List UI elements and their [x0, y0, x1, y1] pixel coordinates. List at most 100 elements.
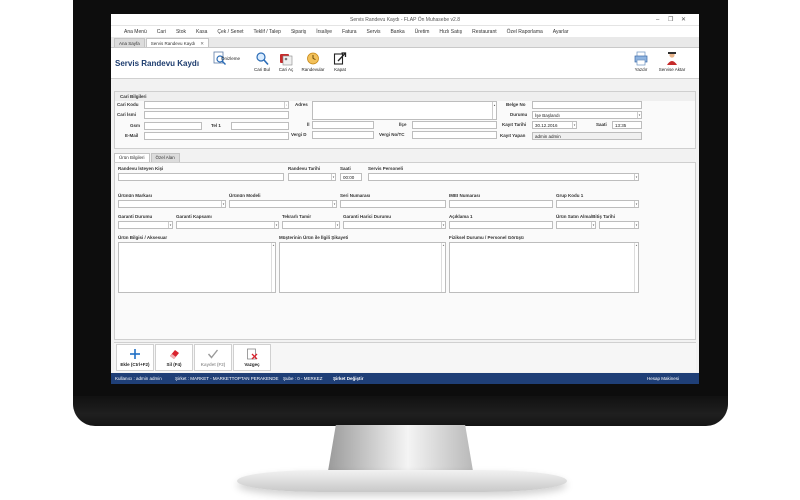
- cari-kodu-input[interactable]: ▫: [144, 101, 289, 109]
- cari-ac-button[interactable]: Cari Aç: [274, 51, 298, 72]
- chevron-down-icon[interactable]: ▾: [634, 174, 638, 180]
- kaydet-button[interactable]: Kaydet (F2): [194, 344, 232, 371]
- grup-kodu-label: Grup Kodu 1: [556, 193, 584, 198]
- chevron-down-icon[interactable]: ▾: [441, 222, 445, 228]
- vergi-no-input[interactable]: [412, 131, 497, 139]
- scroll-icon[interactable]: ▴: [492, 102, 496, 119]
- belge-no-input[interactable]: [532, 101, 642, 109]
- fiziksel-textarea[interactable]: ▴: [449, 242, 639, 293]
- menu-cek-senet[interactable]: Çek / Senet: [212, 29, 248, 35]
- urun-markasi-select[interactable]: ▾: [118, 200, 226, 208]
- sikayet-textarea[interactable]: ▴: [279, 242, 446, 293]
- imei-input[interactable]: [449, 200, 553, 208]
- randevu-tarihi-input[interactable]: ▾: [288, 173, 336, 181]
- menu-restaurant[interactable]: Restaurant: [467, 29, 501, 35]
- urun-modeli-select[interactable]: ▾: [229, 200, 337, 208]
- kapat-label: Kapat: [334, 67, 346, 72]
- tab-urun-bilgileri[interactable]: Ürün Bilgileri: [114, 153, 150, 162]
- menu-cari[interactable]: Cari: [152, 29, 171, 35]
- ekle-button[interactable]: Ekle (Ctrl+F2): [116, 344, 154, 371]
- lookup-icon[interactable]: ▫: [284, 102, 288, 108]
- menu-ozel-raporlama[interactable]: Özel Raporlama: [502, 29, 548, 35]
- cari-bul-button[interactable]: Cari Bul: [250, 51, 274, 72]
- servis-personeli-select[interactable]: ▾: [368, 173, 639, 181]
- garanti-kapsami-select[interactable]: ▾: [176, 221, 279, 229]
- aciklama-input[interactable]: [449, 221, 553, 229]
- menu-hizli-satis[interactable]: Hızlı Satış: [434, 29, 467, 35]
- garanti-durumu-select[interactable]: ▾: [118, 221, 173, 229]
- scrollbar[interactable]: ▴: [441, 243, 445, 292]
- saati-input[interactable]: 13:35: [612, 121, 642, 129]
- il-input[interactable]: [312, 121, 374, 129]
- menu-teklif-talep[interactable]: Teklif / Talep: [249, 29, 286, 35]
- adres-input[interactable]: ▴: [312, 101, 497, 120]
- calculator-button[interactable]: Hesap Makinesi: [647, 376, 679, 381]
- randevu-isteyen-input[interactable]: [118, 173, 284, 181]
- restore-button[interactable]: ❐: [668, 16, 673, 24]
- chevron-down-icon[interactable]: ▾: [634, 201, 638, 207]
- menu-irsaliye[interactable]: İrsaliye: [311, 29, 337, 35]
- change-company-link[interactable]: Şirket Değiştir: [333, 376, 364, 381]
- menu-stok[interactable]: Stok: [171, 29, 191, 35]
- close-button[interactable]: ✕: [681, 16, 686, 24]
- plus-icon: [130, 349, 140, 359]
- calendar-icon[interactable]: ▾: [572, 122, 576, 128]
- tab-ana-sayfa[interactable]: Ana Sayfa: [114, 38, 145, 47]
- menu-ana-menu[interactable]: Ana Menü: [119, 29, 152, 35]
- minimize-button[interactable]: –: [656, 16, 659, 24]
- garanti-harici-select[interactable]: ▾: [343, 221, 446, 229]
- scrollbar[interactable]: ▴: [634, 243, 638, 292]
- page-title: Servis Randevu Kaydı: [115, 59, 200, 68]
- sil-button[interactable]: Sil (F4): [155, 344, 193, 371]
- menu-servis[interactable]: Servis: [362, 29, 386, 35]
- servise-aktar-label: Servise Aktar: [658, 67, 686, 72]
- cari-ismi-input[interactable]: [144, 111, 289, 119]
- satin-alma-input[interactable]: ▾: [556, 221, 596, 229]
- randevu-tarihi-label: Randevu Tarihi: [288, 166, 321, 171]
- chevron-down-icon[interactable]: ▾: [332, 201, 336, 207]
- action-bar: Ekle (Ctrl+F2) Sil (F4) Kaydet (F2) Vazg…: [114, 342, 696, 372]
- calendar-icon[interactable]: ▾: [591, 222, 595, 228]
- chevron-down-icon[interactable]: ▾: [335, 222, 339, 228]
- scrollbar[interactable]: ▴: [271, 243, 275, 292]
- vergi-d-input[interactable]: [312, 131, 374, 139]
- email-input[interactable]: [144, 132, 289, 140]
- grup-kodu-select[interactable]: ▾: [556, 200, 639, 208]
- menu-kasa[interactable]: Kasa: [191, 29, 212, 35]
- servise-aktar-button[interactable]: Servise Aktar: [653, 51, 691, 72]
- chevron-down-icon[interactable]: ▾: [168, 222, 172, 228]
- yazdir-button[interactable]: Yazdır: [629, 51, 653, 72]
- menu-fatura[interactable]: Fatura: [337, 29, 361, 35]
- menu-ayarlar[interactable]: Ayarlar: [548, 29, 574, 35]
- tab-label: Servis Randevu Kaydı: [150, 41, 196, 46]
- chevron-down-icon[interactable]: ▾: [221, 201, 225, 207]
- gsm-input[interactable]: [144, 122, 202, 130]
- calendar-icon[interactable]: ▾: [331, 174, 335, 180]
- randevular-button[interactable]: Randevular: [298, 51, 328, 72]
- tab-servis-randevu[interactable]: Servis Randevu Kaydı ✕: [145, 38, 210, 47]
- vergi-no-label: Vergi No/TC: [379, 132, 405, 137]
- tab-close-icon[interactable]: ✕: [200, 41, 204, 46]
- menu-uretim[interactable]: Üretim: [410, 29, 435, 35]
- aksesuar-textarea[interactable]: ▴: [118, 242, 276, 293]
- search-icon: [256, 52, 269, 66]
- urun-markasi-label: Ürünün Markası: [118, 193, 153, 198]
- durumu-select[interactable]: İşe Başlandı ▾: [532, 111, 642, 119]
- kapat-button[interactable]: Kapat: [328, 51, 352, 72]
- tab-ozel-alan[interactable]: Özel Alan: [150, 153, 180, 162]
- menu-siparis[interactable]: Sipariş: [286, 29, 311, 35]
- menu-banka[interactable]: Banka: [385, 29, 409, 35]
- ilce-input[interactable]: [412, 121, 497, 129]
- tekrarli-tamir-select[interactable]: ▾: [282, 221, 340, 229]
- tel1-input[interactable]: [231, 122, 289, 130]
- belge-no-label: Belge No: [506, 102, 526, 107]
- bitis-tarihi-input[interactable]: ▾: [599, 221, 639, 229]
- chevron-down-icon[interactable]: ▾: [274, 222, 278, 228]
- preview-button[interactable]: Önizleme: [205, 51, 240, 67]
- seri-numarasi-input[interactable]: [340, 200, 446, 208]
- calendar-icon[interactable]: ▾: [634, 222, 638, 228]
- kayit-tarihi-input[interactable]: 30.12.2016 ▾: [532, 121, 577, 129]
- vazgec-button[interactable]: Vazgeç: [233, 344, 271, 371]
- chevron-down-icon[interactable]: ▾: [637, 112, 641, 118]
- randevu-saati-input[interactable]: 00:00: [340, 173, 362, 181]
